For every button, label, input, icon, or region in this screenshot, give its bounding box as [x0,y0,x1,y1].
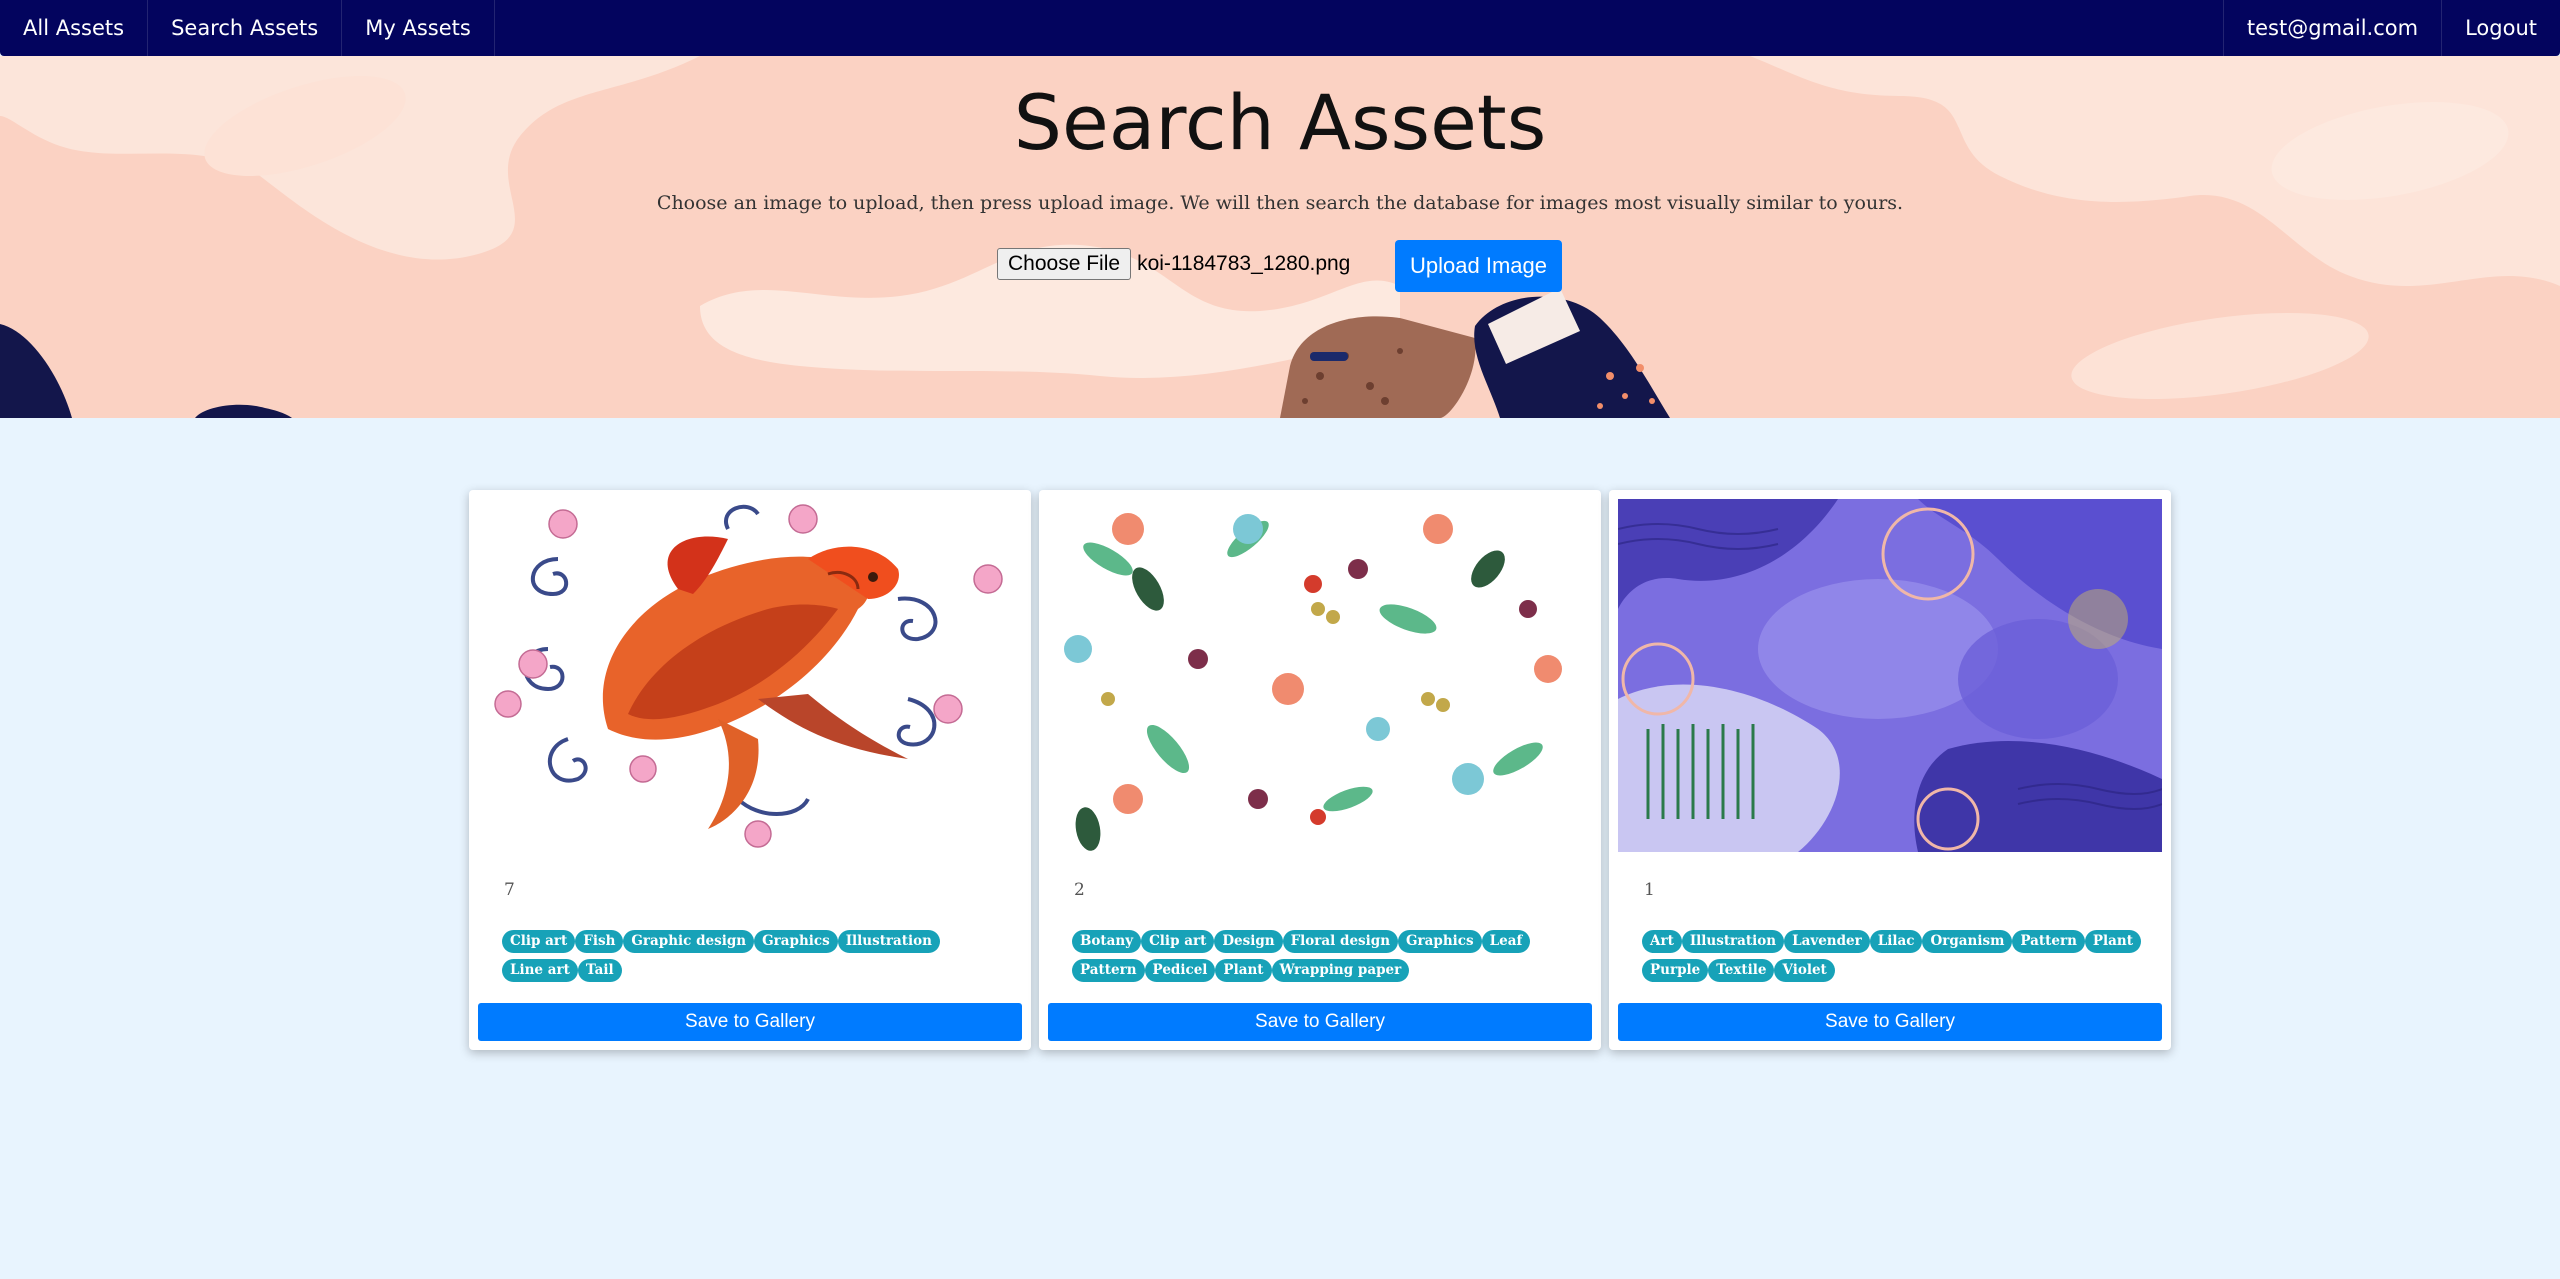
results-grid: 7 Clip art Fish Graphic design Graphics … [469,490,2171,1050]
tag-badge: Illustration [1681,930,1785,953]
tag-badge: Leaf [1481,930,1531,953]
result-card: 7 Clip art Fish Graphic design Graphics … [469,490,1031,1050]
page-title: Search Assets [1013,78,1547,167]
tag-badge: Plant [1215,959,1272,982]
nav-all-assets[interactable]: All Assets [0,0,149,56]
tag-badge: Pattern [2012,930,2085,953]
tag-badge: Tail [577,959,622,982]
tag-badge: Graphic design [623,930,755,953]
tag-badge: Graphics [754,930,838,953]
save-to-gallery-button[interactable]: Save to Gallery [478,1003,1022,1041]
tag-badge: Clip art [502,930,576,953]
result-count: 7 [504,880,515,900]
tag-badge: Wrapping paper [1271,959,1410,982]
file-picker: Choose File koi-1184783_1280.png [997,238,1350,290]
hero-banner: Search Assets Choose an image to upload,… [0,56,2560,418]
nav-left-group: All Assets Search Assets My Assets [0,0,495,56]
tag-badge: Clip art [1141,930,1215,953]
save-to-gallery-button[interactable]: Save to Gallery [1048,1003,1592,1041]
tag-badge: Plant [2084,930,2141,953]
tag-badge: Violet [1774,959,1835,982]
nav-logout[interactable]: Logout [2441,0,2560,56]
koi-fish-image[interactable] [478,499,1022,852]
tag-badge: Pattern [1072,959,1145,982]
tag-badge: Floral design [1282,930,1399,953]
nav-my-assets[interactable]: My Assets [342,0,495,56]
result-count: 2 [1074,880,1085,900]
tag-list: Art Illustration Lavender Lilac Organism… [1642,930,2142,982]
choose-file-button[interactable]: Choose File [997,248,1132,280]
tag-badge: Pedicel [1144,959,1216,982]
tag-badge: Lavender [1784,930,1870,953]
nav-right-group: test@gmail.com Logout [2222,0,2560,56]
tag-badge: Design [1214,930,1283,953]
result-card: 1 Art Illustration Lavender Lilac Organi… [1609,490,2171,1050]
tag-list: Botany Clip art Design Floral design Gra… [1072,930,1572,982]
upload-image-button[interactable]: Upload Image [1395,240,1562,292]
nav-user-email[interactable]: test@gmail.com [2222,0,2441,56]
tag-badge: Line art [502,959,578,982]
tag-badge: Illustration [837,930,940,953]
tag-badge: Textile [1708,959,1775,982]
result-count: 1 [1644,880,1655,900]
purple-abstract-image[interactable] [1618,499,2162,852]
selected-file-name: koi-1184783_1280.png [1137,252,1351,275]
tag-badge: Fish [575,930,624,953]
nav-search-assets[interactable]: Search Assets [148,0,343,56]
tag-badge: Botany [1072,930,1142,953]
page-description: Choose an image to upload, then press up… [656,192,1904,214]
save-to-gallery-button[interactable]: Save to Gallery [1618,1003,2162,1041]
tag-list: Clip art Fish Graphic design Graphics Il… [502,930,1002,982]
floral-pattern-image[interactable] [1048,499,1592,852]
tag-badge: Purple [1642,959,1709,982]
tag-badge: Art [1642,930,1682,953]
tag-badge: Lilac [1869,930,1923,953]
tag-badge: Graphics [1398,930,1482,953]
top-navbar: All Assets Search Assets My Assets test@… [0,0,2560,56]
result-card: 2 Botany Clip art Design Floral design G… [1039,490,1601,1050]
tag-badge: Organism [1922,930,2013,953]
